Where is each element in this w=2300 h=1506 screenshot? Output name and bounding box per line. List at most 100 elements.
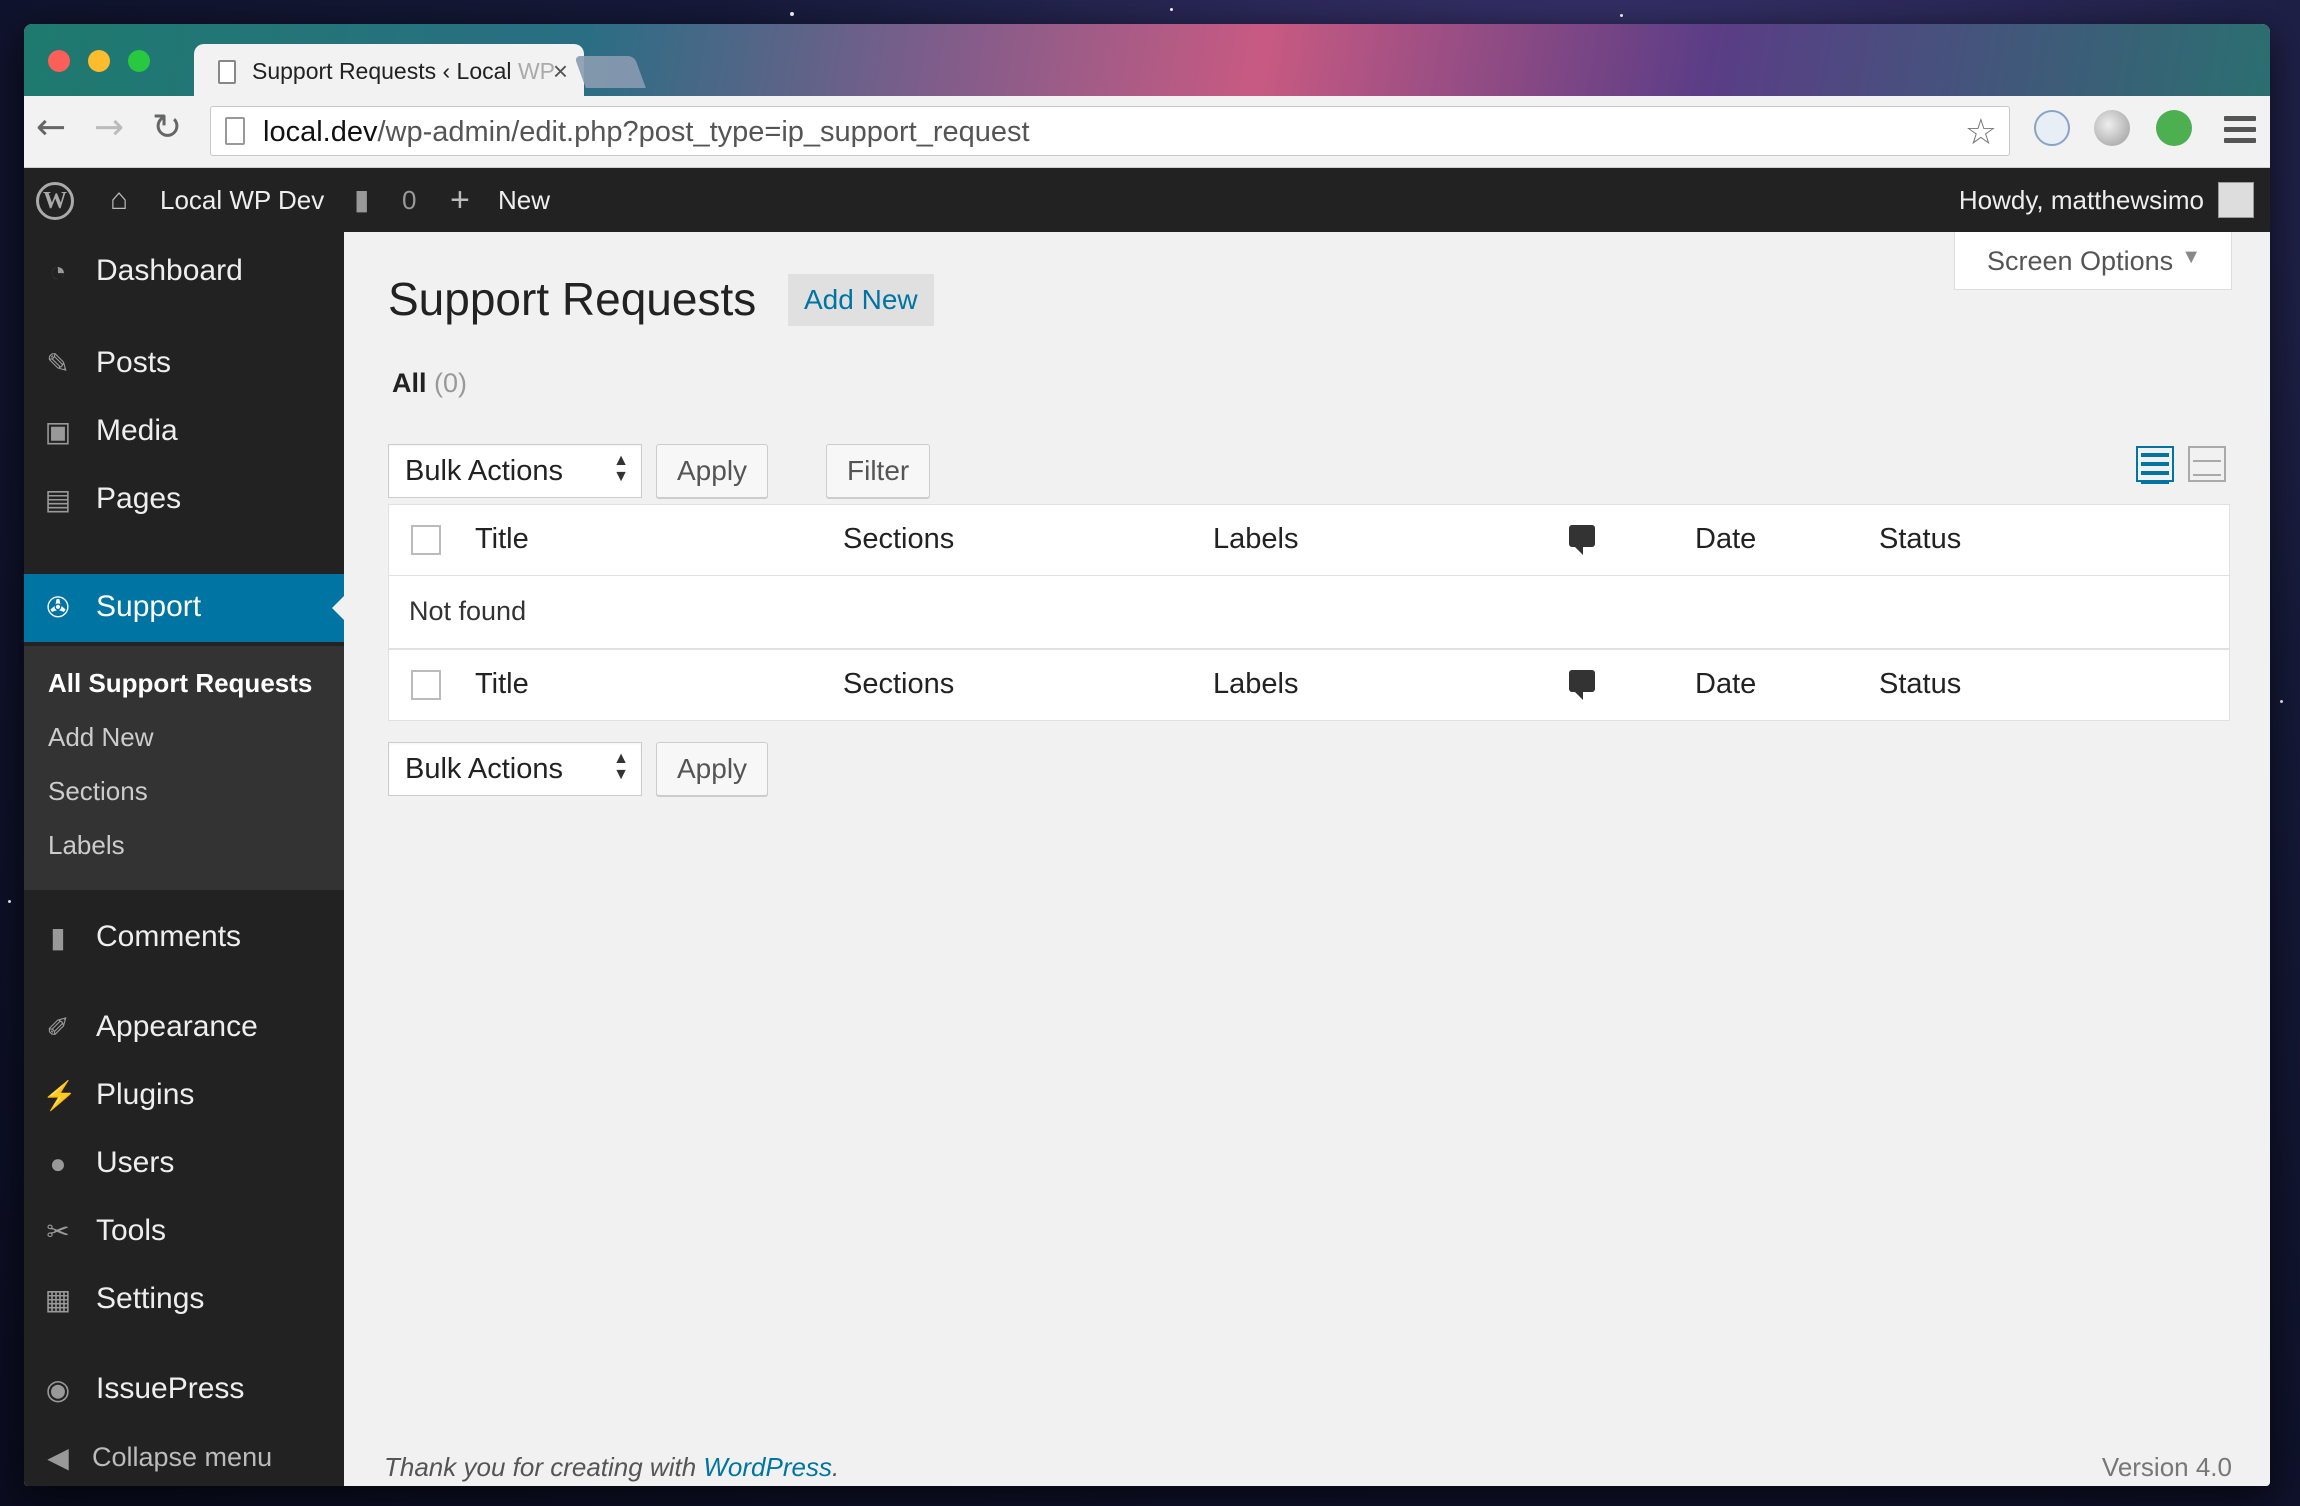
menu-label: Plugins [96,1078,195,1111]
select-arrows-icon: ▲ ▼ [613,452,629,485]
screen-options-button[interactable]: Screen Options ▼ [1954,232,2232,290]
menu-support[interactable]: ✇ Support [24,574,344,642]
menu-appearance[interactable]: ✐ Appearance [24,994,344,1062]
document-icon [218,60,236,84]
menu-label: Pages [96,482,182,515]
hangouts-extension-icon[interactable] [2156,110,2192,146]
page-title: Support Requests [388,273,757,325]
home-icon: ⌂ [110,183,129,216]
submenu-labels[interactable]: Labels [48,830,125,861]
menu-tools[interactable]: ✂ Tools [24,1198,344,1266]
view-all-link[interactable]: All [392,368,427,398]
menu-label: Dashboard [96,254,243,287]
tab-strip: Support Requests ‹ Local WP × [24,24,2270,96]
howdy-user-link[interactable]: Howdy, matthewsimo [1959,168,2204,232]
new-tab-button[interactable] [574,56,646,88]
menu-label: Posts [96,346,172,379]
select-arrows-icon: ▲ ▼ [613,750,629,783]
menu-label: Collapse menu [92,1442,273,1472]
browser-window: Support Requests ‹ Local WP × ← → ↻ loca… [24,24,2270,1486]
screen-options-label: Screen Options [1987,246,2174,276]
tab-title: Support Requests ‹ Local [252,58,518,84]
footer-period: . [831,1452,840,1482]
table-header-row: Title Sections Labels Date Status [389,505,2229,576]
caret-down-icon: ▼ [2181,246,2201,268]
browser-tab[interactable]: Support Requests ‹ Local WP × [194,44,584,96]
menu-issuepress[interactable]: ◉ IssuePress [24,1356,344,1424]
column-labels: Labels [1213,668,1299,700]
bulk-actions-value: Bulk Actions [405,753,563,785]
wordpress-link[interactable]: WordPress [703,1452,832,1482]
apply-button-bottom[interactable]: Apply [656,742,769,796]
menu-label: Appearance [96,1010,258,1043]
tab-title-faded: WP [517,58,555,84]
admin-sidebar: ◔ Dashboard ✎ Posts ▣ Media ▤ Pages ✇ Su… [24,232,344,1486]
forward-arrow-icon[interactable]: → [94,110,124,146]
table-footer-row: Title Sections Labels Date Status [389,649,2229,720]
comments-column-icon[interactable] [1569,525,1595,555]
close-window-button[interactable] [48,50,70,72]
active-arrow-icon [332,596,344,620]
footer-thanks-text: Thank you for creating with [384,1452,704,1482]
excerpt-view-icon[interactable] [2188,446,2226,482]
support-submenu: All Support Requests Add New Sections La… [24,646,344,890]
column-title[interactable]: Title [475,668,529,701]
select-all-checkbox[interactable] [411,525,441,555]
back-arrow-icon[interactable]: ← [36,110,66,146]
site-name-link[interactable]: Local WP Dev [160,168,324,232]
column-title[interactable]: Title [475,523,529,556]
menu-label: Settings [96,1282,205,1315]
url-path: /wp-admin/edit.php?post_type=ip_support_… [377,116,1030,148]
comment-bubble-icon[interactable]: ▮ [354,168,369,232]
menu-dashboard[interactable]: ◔ Dashboard [24,238,344,306]
menu-plugins[interactable]: ⚡ Plugins [24,1062,344,1130]
column-status: Status [1879,523,1962,555]
collapse-menu-button[interactable]: ◀ Collapse menu [24,1424,344,1486]
comments-count[interactable]: 0 [402,168,416,232]
pin-icon: ✎ [46,348,70,379]
avatar[interactable] [2218,182,2254,218]
view-all-count: (0) [434,368,468,398]
menu-pages[interactable]: ▤ Pages [24,466,344,534]
column-date[interactable]: Date [1695,668,1756,701]
submenu-sections[interactable]: Sections [48,776,148,807]
chrome-menu-icon[interactable] [2224,116,2256,149]
menu-label: Users [96,1146,175,1179]
new-content-link[interactable]: New [498,168,550,232]
reload-icon[interactable]: ↻ [152,110,182,146]
menu-label: Support [96,590,202,623]
menu-comments[interactable]: ▮ Comments [24,904,344,972]
column-date[interactable]: Date [1695,523,1756,556]
apply-button-top[interactable]: Apply [656,444,769,498]
bulk-actions-select-top[interactable]: Bulk Actions ▲ ▼ [388,444,642,498]
menu-users[interactable]: ● Users [24,1130,344,1198]
bulk-actions-select-bottom[interactable]: Bulk Actions ▲ ▼ [388,742,642,796]
lifebuoy-icon: ✇ [46,592,70,623]
bookmark-star-icon[interactable]: ☆ [1965,111,1997,153]
menu-posts[interactable]: ✎ Posts [24,330,344,398]
close-tab-icon[interactable]: × [553,56,568,87]
minimize-window-button[interactable] [88,50,110,72]
globe-extension-icon[interactable] [2094,110,2130,146]
wordpress-logo-icon[interactable]: W [36,182,74,220]
menu-media[interactable]: ▣ Media [24,398,344,466]
filter-button[interactable]: Filter [826,444,931,498]
page-icon [225,117,245,145]
list-view-icon[interactable] [2136,446,2174,484]
menu-label: Media [96,414,178,447]
select-all-checkbox-bottom[interactable] [411,670,441,700]
column-status: Status [1879,668,1962,700]
url-host: local.dev [263,116,378,148]
phone-extension-icon[interactable] [2034,110,2070,146]
sliders-icon: ▦ [44,1284,72,1315]
address-bar[interactable]: local.dev/wp-admin/edit.php?post_type=ip… [210,106,2010,156]
comments-column-icon[interactable] [1569,670,1595,700]
add-new-button[interactable]: Add New [788,274,934,326]
submenu-add-new[interactable]: Add New [48,722,154,753]
submenu-all-support-requests[interactable]: All Support Requests [48,668,312,699]
wp-admin-bar: W ⌂ Local WP Dev ▮ 0 + New Howdy, matthe… [24,168,2270,232]
menu-settings[interactable]: ▦ Settings [24,1266,344,1334]
issuepress-icon: ◉ [45,1374,71,1405]
zoom-window-button[interactable] [128,50,150,72]
footer-thanks: Thank you for creating with WordPress. [384,1452,839,1483]
